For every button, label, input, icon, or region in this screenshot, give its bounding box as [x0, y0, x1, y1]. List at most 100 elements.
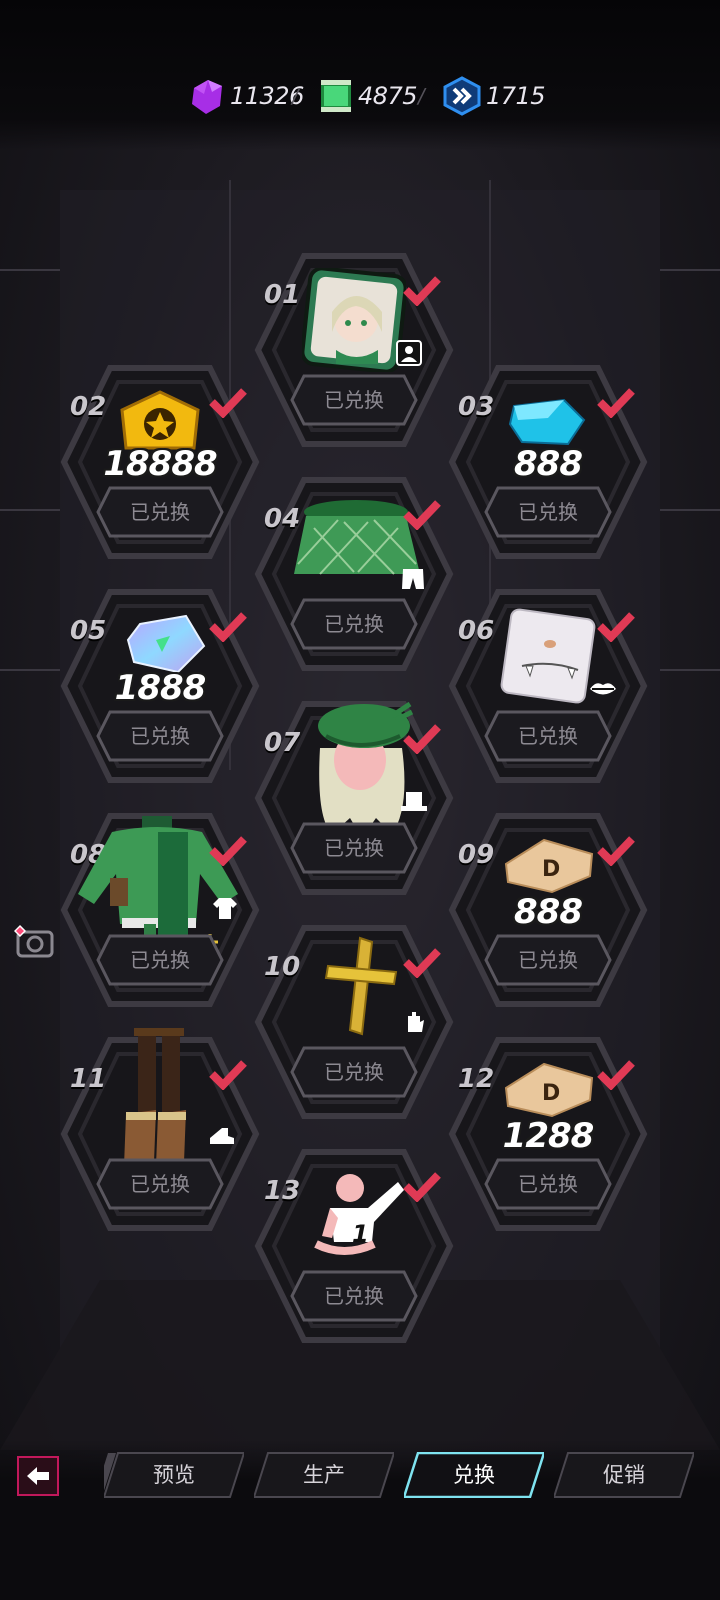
redeemed-button[interactable]: 已兑换 [484, 486, 612, 538]
redeemed-label: 已兑换 [324, 612, 384, 636]
slot-index: 03 [458, 392, 495, 422]
glove-icon [408, 1012, 424, 1032]
item-quantity: 888 [514, 444, 583, 484]
item-quantity: 1888 [114, 668, 207, 708]
camera-icon [13, 924, 54, 958]
redeemed-label: 已兑换 [518, 1172, 578, 1196]
check-icon [403, 948, 441, 978]
tab-label: 生产 [303, 1463, 345, 1487]
slot-index: 09 [458, 840, 495, 870]
shoe-icon [210, 1128, 234, 1144]
check-icon [597, 1060, 635, 1090]
separator: / [292, 84, 299, 108]
slot-index: 02 [70, 392, 107, 422]
tab-promotion[interactable]: 促销 [552, 1452, 696, 1498]
currency-value: 1715 [486, 82, 546, 110]
redeemed-label: 已兑换 [518, 724, 578, 748]
redeemed-button[interactable]: 已兑换 [484, 1158, 612, 1210]
tab-production[interactable]: 生产 [252, 1452, 396, 1498]
redeemed-button[interactable]: 已兑换 [290, 598, 418, 650]
exchange-slot-04[interactable]: 04 已兑换 [254, 474, 454, 674]
redeemed-label: 已兑换 [518, 948, 578, 972]
redeemed-button[interactable]: 已兑换 [290, 1046, 418, 1098]
purple-gem-icon [192, 80, 222, 114]
shirt-icon [213, 898, 237, 919]
redeemed-button[interactable]: 已兑换 [290, 1270, 418, 1322]
check-icon [597, 836, 635, 866]
exchange-slot-11[interactable]: 11 已兑换 [60, 1028, 260, 1234]
tab-preview[interactable]: 预览 [94, 1452, 246, 1498]
redeemed-label: 已兑换 [130, 500, 190, 524]
item-quantity: 1288 [502, 1116, 595, 1156]
redeemed-button[interactable]: 已兑换 [484, 934, 612, 986]
redeemed-label: 已兑换 [324, 836, 384, 860]
check-icon [403, 1172, 441, 1202]
pose-icon [314, 1174, 404, 1255]
tab-label: 兑换 [453, 1463, 495, 1487]
currency-green-ticket[interactable]: 4875 [318, 76, 418, 116]
hat-icon [401, 792, 427, 811]
redeemed-label: 已兑换 [130, 724, 190, 748]
check-icon [209, 612, 247, 642]
redeemed-button[interactable]: 已兑换 [290, 374, 418, 426]
check-icon [209, 1060, 247, 1090]
exchange-slot-10[interactable]: 10 已兑换 [254, 922, 454, 1122]
arrow-left-icon [27, 1467, 49, 1485]
tab-exchange[interactable]: 兑换 [402, 1451, 546, 1499]
redeemed-button[interactable]: 已兑换 [96, 934, 224, 986]
check-icon [597, 388, 635, 418]
svg-text:D: D [542, 857, 560, 882]
green-beret-hair-item [306, 698, 416, 842]
currency-purple-gem[interactable]: 11326 [186, 76, 304, 116]
exchange-slot-01[interactable]: 01 已兑换 [254, 250, 454, 450]
redeemed-button[interactable]: 已兑换 [290, 822, 418, 874]
exchange-slot-08[interactable]: 08 已兑换 [60, 810, 260, 1010]
check-icon [209, 388, 247, 418]
separator: / [418, 84, 425, 108]
pose-emote-item: 1 [314, 1172, 404, 1266]
slot-index: 12 [458, 1064, 495, 1094]
avatar-frame-item [300, 266, 408, 376]
check-icon [403, 500, 441, 530]
portrait-icon [396, 340, 422, 366]
check-icon [597, 612, 635, 642]
tab-label: 预览 [153, 1463, 195, 1487]
check-icon [403, 276, 441, 306]
d-ticket-item: D [504, 1060, 594, 1124]
redeemed-button[interactable]: 已兑换 [96, 1158, 224, 1210]
exchange-slot-06[interactable]: 06 已兑换 [448, 586, 648, 786]
slot-index: 13 [264, 1176, 301, 1206]
item-quantity: 888 [514, 892, 583, 932]
emote-badge: 1 [352, 1220, 369, 1248]
exchange-slot-09[interactable]: 09 D 888 已兑换 [448, 810, 648, 1010]
redeemed-button[interactable]: 已兑换 [96, 486, 224, 538]
slot-index: 01 [264, 280, 301, 310]
currency-value: 4875 [358, 82, 418, 110]
exchange-slot-03[interactable]: 03 888 已兑换 [448, 362, 648, 562]
back-button[interactable] [17, 1456, 59, 1496]
exchange-slot-12[interactable]: 12 D 1288 已兑换 [448, 1034, 648, 1234]
brown-boots-item [116, 1022, 196, 1176]
tab-label: 促销 [603, 1463, 645, 1487]
exchange-slot-05[interactable]: 05 1888 已兑换 [60, 586, 260, 786]
redeemed-label: 已兑换 [518, 500, 578, 524]
exchange-slot-02[interactable]: 02 18888 已兑换 [60, 362, 260, 562]
currency-blue-token[interactable]: 1715 [442, 76, 546, 116]
camera-button[interactable] [13, 924, 56, 964]
redeemed-label: 已兑换 [130, 948, 190, 972]
redeemed-label: 已兑换 [324, 1284, 384, 1308]
redeemed-label: 已兑换 [324, 1060, 384, 1084]
exchange-slot-07[interactable]: 07 已兑换 [254, 698, 454, 898]
exchange-slot-13[interactable]: 13 1 已兑换 [254, 1146, 454, 1346]
redeemed-button[interactable]: 已兑换 [484, 710, 612, 762]
redeemed-label: 已兑换 [324, 388, 384, 412]
redeemed-label: 已兑换 [130, 1172, 190, 1196]
slot-index: 11 [70, 1064, 107, 1094]
slot-index: 06 [458, 616, 495, 646]
check-icon [403, 724, 441, 754]
gold-cross-item [324, 936, 400, 1040]
face-expression-card-item [500, 608, 596, 708]
slot-index: 07 [264, 728, 301, 758]
redeemed-button[interactable]: 已兑换 [96, 710, 224, 762]
blue-chevron-token-icon [443, 76, 481, 116]
